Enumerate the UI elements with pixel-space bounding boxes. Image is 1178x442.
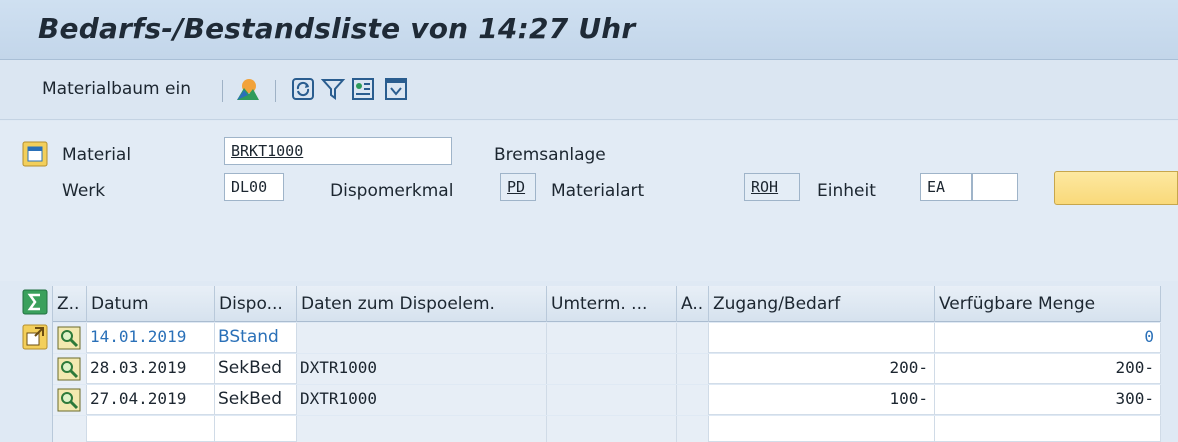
table-header: Z.. Datum Dispo... Daten zum Dispoelem. …	[53, 286, 1161, 322]
a-cell	[677, 385, 709, 415]
page-title: Bedarfs-/Bestandsliste von 14:27 Uhr	[38, 12, 636, 45]
empty-cell	[677, 416, 709, 442]
overview-button[interactable]	[1054, 171, 1178, 205]
column-header-zugang[interactable]: Zugang/Bedarf	[709, 286, 935, 322]
column-header-menge[interactable]: Verfügbare Menge	[935, 286, 1161, 322]
materialart-label: Materialart	[551, 181, 645, 201]
datum-cell: 27.04.2019	[87, 385, 215, 415]
details-icon[interactable]	[350, 76, 376, 102]
einheit-field[interactable]: EA	[920, 173, 972, 201]
daten-cell	[297, 323, 547, 353]
toggle-header-icon[interactable]	[22, 141, 48, 167]
zugang-cell: 200-	[709, 354, 935, 384]
export-icon[interactable]	[22, 324, 48, 350]
werk-field[interactable]: DL00	[224, 173, 284, 201]
refresh-icon[interactable]	[290, 76, 316, 102]
column-header-a[interactable]: A..	[677, 286, 709, 322]
column-header-z[interactable]: Z..	[53, 286, 87, 322]
details-view-icon[interactable]	[57, 388, 81, 412]
row-select-cell[interactable]	[53, 385, 87, 415]
datum-cell: 28.03.2019	[87, 354, 215, 384]
toolbar-separator	[275, 80, 276, 102]
table-row[interactable]: 14.01.2019 BStand 0	[53, 323, 1161, 353]
material-label: Material	[62, 145, 132, 165]
column-header-umterm[interactable]: Umterm. ...	[547, 286, 677, 322]
column-header-daten[interactable]: Daten zum Dispoelem.	[297, 286, 547, 322]
empty-cell	[297, 416, 547, 442]
dispo-cell: SekBed	[215, 385, 297, 415]
umterm-cell	[547, 323, 677, 353]
materialbaum-button[interactable]: Materialbaum ein	[42, 79, 191, 99]
table-row-empty	[53, 416, 1161, 442]
empty-cell	[709, 416, 935, 442]
zugang-cell: 100-	[709, 385, 935, 415]
material-description: Bremsanlage	[494, 145, 606, 165]
umterm-cell	[547, 354, 677, 384]
menge-cell: 200-	[935, 354, 1161, 384]
filter-icon[interactable]	[320, 76, 346, 102]
dispo-cell: SekBed	[215, 354, 297, 384]
chart-icon[interactable]	[235, 76, 261, 102]
stock-requirements-table: Z.. Datum Dispo... Daten zum Dispoelem. …	[52, 286, 1161, 442]
material-field[interactable]: BRKT1000	[224, 137, 452, 165]
table-row[interactable]: 27.04.2019 SekBed DXTR1000 100- 300-	[53, 385, 1161, 415]
column-header-datum[interactable]: Datum	[87, 286, 215, 322]
empty-cell	[215, 416, 297, 442]
menge-cell: 0	[935, 323, 1161, 353]
toolbar: Materialbaum ein	[0, 60, 1178, 120]
dispo-cell: BStand	[215, 323, 297, 353]
sum-icon[interactable]	[22, 289, 48, 315]
row-select-cell[interactable]	[53, 323, 87, 353]
title-bar: Bedarfs-/Bestandsliste von 14:27 Uhr	[0, 0, 1178, 60]
empty-cell	[547, 416, 677, 442]
row-select-cell	[53, 416, 87, 442]
werk-label: Werk	[62, 181, 106, 201]
daten-cell: DXTR1000	[297, 385, 547, 415]
a-cell	[677, 354, 709, 384]
umterm-cell	[547, 385, 677, 415]
table-row[interactable]: 28.03.2019 SekBed DXTR1000 200- 200-	[53, 354, 1161, 384]
dispomerkmal-label: Dispomerkmal	[330, 181, 454, 201]
einheit-label: Einheit	[817, 181, 876, 201]
a-cell	[677, 323, 709, 353]
collapse-icon[interactable]	[383, 76, 409, 102]
empty-cell	[87, 416, 215, 442]
materialart-field[interactable]: ROH	[744, 173, 800, 201]
dispomerkmal-field[interactable]: PD	[500, 173, 536, 201]
einheit-extra-field[interactable]	[972, 173, 1018, 201]
details-view-icon[interactable]	[57, 357, 81, 381]
empty-cell	[935, 416, 1161, 442]
zugang-cell	[709, 323, 935, 353]
toolbar-separator	[222, 80, 223, 102]
datum-cell: 14.01.2019	[87, 323, 215, 353]
column-header-dispo[interactable]: Dispo...	[215, 286, 297, 322]
daten-cell: DXTR1000	[297, 354, 547, 384]
details-view-icon[interactable]	[57, 326, 81, 350]
row-select-cell[interactable]	[53, 354, 87, 384]
menge-cell: 300-	[935, 385, 1161, 415]
